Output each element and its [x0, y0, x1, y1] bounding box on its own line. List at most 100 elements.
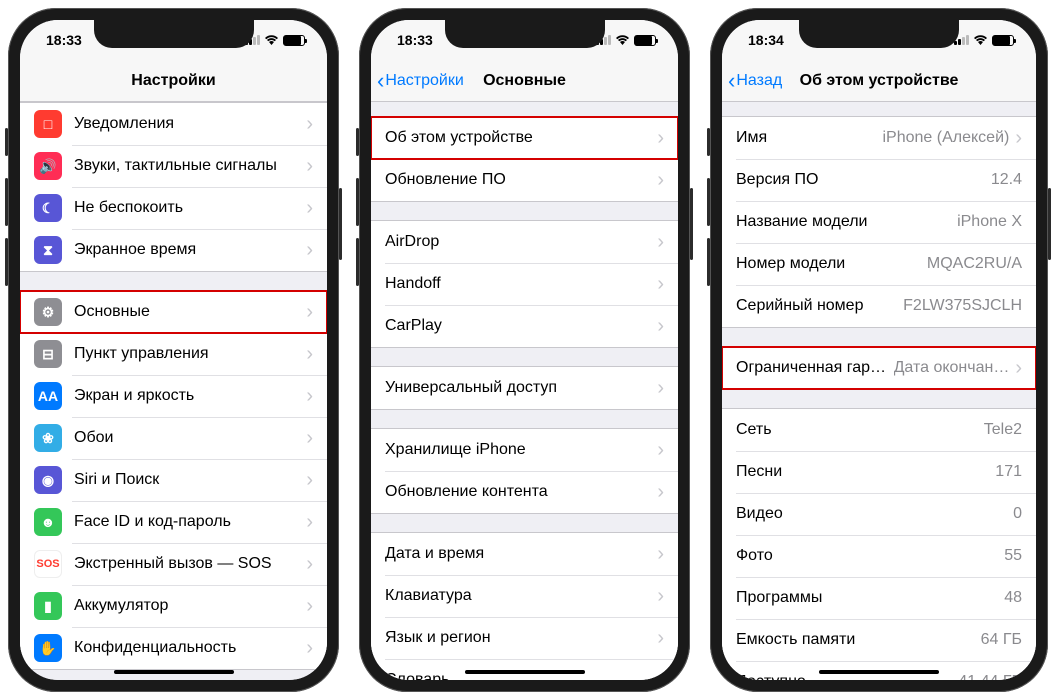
chevron-right-icon: › — [657, 586, 664, 606]
chevron-right-icon: › — [1015, 358, 1022, 378]
settings-row[interactable]: ❀Обои› — [20, 417, 327, 459]
row-value: 12.4 — [991, 171, 1022, 189]
settings-row[interactable]: ◉Siri и Поиск› — [20, 459, 327, 501]
settings-row[interactable]: Handoff › — [371, 263, 678, 305]
settings-row[interactable]: Обновление ПО › — [371, 159, 678, 201]
chevron-left-icon: ‹ — [377, 70, 384, 92]
row-label: AirDrop — [385, 233, 651, 251]
info-row[interactable]: Имя iPhone (Алексей) › — [722, 117, 1036, 159]
row-label: Хранилище iPhone — [385, 441, 651, 459]
settings-row[interactable]: □Уведомления› — [20, 103, 327, 145]
info-row[interactable]: Ограниченная гарантияДата окончан…› — [722, 347, 1036, 389]
row-label: Обновление контента — [385, 483, 651, 501]
chevron-right-icon: › — [306, 470, 313, 490]
back-button[interactable]: ‹ Назад — [728, 60, 782, 101]
settings-list[interactable]: □Уведомления›🔊Звуки, тактильные сигналы›… — [20, 102, 327, 680]
group-datetime: Дата и время›Клавиатура›Язык и регион›Сл… — [371, 532, 678, 680]
settings-row[interactable]: Дата и время› — [371, 533, 678, 575]
settings-row[interactable]: ⊟Пункт управления› — [20, 333, 327, 375]
privacy-icon: ✋ — [34, 634, 62, 662]
row-label: Экранное время — [74, 241, 300, 259]
settings-row[interactable]: Хранилище iPhone› — [371, 429, 678, 471]
row-label: Номер модели — [736, 255, 921, 273]
settings-row[interactable]: Об этом устройстве › — [371, 117, 678, 159]
general-list[interactable]: Об этом устройстве › Обновление ПО › AirDro… — [371, 102, 678, 680]
chevron-right-icon: › — [306, 638, 313, 658]
chevron-right-icon: › — [306, 156, 313, 176]
settings-row[interactable]: Язык и регион› — [371, 617, 678, 659]
row-label: Клавиатура — [385, 587, 651, 605]
chevron-right-icon: › — [657, 482, 664, 502]
wallpaper-icon: ❀ — [34, 424, 62, 452]
settings-row[interactable]: 🔊Звуки, тактильные сигналы› — [20, 145, 327, 187]
home-indicator[interactable] — [465, 670, 585, 674]
info-row: Емкость памяти64 ГБ — [722, 619, 1036, 661]
group-general: ⚙Основные›⊟Пункт управления›AAЭкран и яр… — [20, 290, 327, 670]
status-time: 18:33 — [397, 32, 433, 48]
row-value: MQAC2RU/A — [927, 255, 1022, 273]
settings-row[interactable]: ✋Конфиденциальность› — [20, 627, 327, 669]
row-label: Серийный номер — [736, 297, 897, 315]
row-label: Программы — [736, 589, 998, 607]
status-time: 18:34 — [748, 32, 784, 48]
info-row: Видео0 — [722, 493, 1036, 535]
phone-settings-root: 18:33 Настройки □Уведомления›🔊Звуки, так… — [8, 8, 339, 692]
chevron-right-icon: › — [657, 128, 664, 148]
settings-row[interactable]: Клавиатура › — [371, 575, 678, 617]
settings-row[interactable]: AirDrop› — [371, 221, 678, 263]
chevron-right-icon: › — [1015, 128, 1022, 148]
row-label: Обновление ПО — [385, 171, 651, 189]
settings-row[interactable]: ⧗Экранное время› — [20, 229, 327, 271]
settings-row[interactable]: Универсальный доступ › — [371, 367, 678, 409]
settings-row[interactable]: ☾Не беспокоить› — [20, 187, 327, 229]
group-warranty: Ограниченная гарантияДата окончан…› — [722, 346, 1036, 390]
chevron-right-icon: › — [306, 512, 313, 532]
chevron-left-icon: ‹ — [728, 70, 735, 92]
row-value: 64 ГБ — [981, 631, 1022, 649]
row-label: Экстренный вызов — SOS — [74, 555, 300, 573]
row-label: Универсальный доступ — [385, 379, 651, 397]
back-button[interactable]: ‹ Настройки — [377, 60, 464, 101]
chevron-right-icon: › — [657, 274, 664, 294]
settings-row[interactable]: ☻Face ID и код-пароль› — [20, 501, 327, 543]
row-value: 41,44 ГБ — [958, 673, 1022, 680]
chevron-right-icon: › — [306, 344, 313, 364]
row-label: Видео — [736, 505, 1007, 523]
row-label: Основные — [74, 303, 300, 321]
chevron-right-icon: › — [657, 378, 664, 398]
info-row: Название моделиiPhone X — [722, 201, 1036, 243]
settings-row[interactable]: ⚙Основные› — [20, 291, 327, 333]
settings-row[interactable]: ▮Аккумулятор› — [20, 585, 327, 627]
row-value: Tele2 — [984, 421, 1022, 439]
row-label: Face ID и код-пароль — [74, 513, 300, 531]
row-label: Имя — [736, 129, 876, 147]
group-storage: Хранилище iPhone› Обновление контента › — [371, 428, 678, 514]
row-label: Siri и Поиск — [74, 471, 300, 489]
control-center-icon: ⊟ — [34, 340, 62, 368]
battery-icon — [283, 35, 305, 46]
settings-row[interactable]: AAЭкран и яркость› — [20, 375, 327, 417]
settings-row[interactable]: CarPlay› — [371, 305, 678, 347]
row-value: 171 — [995, 463, 1022, 481]
wifi-icon — [615, 32, 630, 48]
row-label: Сеть — [736, 421, 978, 439]
settings-row[interactable]: SOSЭкстренный вызов — SOS› — [20, 543, 327, 585]
row-label: Название модели — [736, 213, 951, 231]
row-label: Handoff — [385, 275, 651, 293]
about-list[interactable]: ИмяiPhone (Алексей)›Версия ПО12.4Названи… — [722, 102, 1036, 680]
group-airdrop: AirDrop› Handoff › CarPlay› — [371, 220, 678, 348]
row-label: Аккумулятор — [74, 597, 300, 615]
info-row: Фото55 — [722, 535, 1036, 577]
chevron-right-icon: › — [306, 198, 313, 218]
row-label: Об этом устройстве — [385, 129, 651, 147]
home-indicator[interactable] — [819, 670, 939, 674]
home-indicator[interactable] — [114, 670, 234, 674]
notifications-icon: □ — [34, 110, 62, 138]
chevron-right-icon: › — [657, 170, 664, 190]
info-row: Песни171 — [722, 451, 1036, 493]
settings-row[interactable]: Обновление контента › — [371, 471, 678, 513]
row-value: iPhone (Алексей) — [882, 129, 1009, 147]
display-icon: AA — [34, 382, 62, 410]
row-value: F2LW375SJCLH — [903, 297, 1022, 315]
navbar: Настройки — [20, 60, 327, 102]
